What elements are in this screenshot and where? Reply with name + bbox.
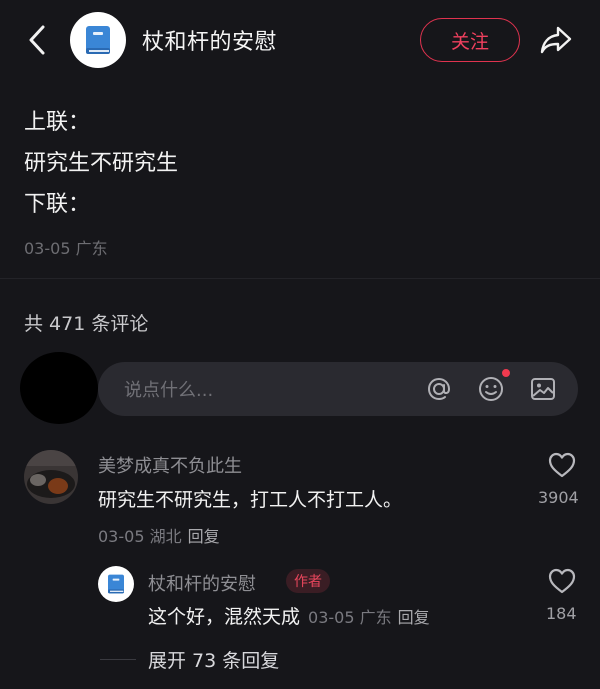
reply-like-count: 184 xyxy=(546,604,577,623)
like-count: 3904 xyxy=(538,488,579,507)
author-badge: 作者 xyxy=(286,569,330,593)
expand-replies-button[interactable]: 展开 73 条回复 xyxy=(148,646,279,673)
avatar-photo xyxy=(24,450,78,504)
like-button[interactable] xyxy=(544,452,580,478)
user-avatar[interactable] xyxy=(20,352,98,424)
post-line-3: 下联： xyxy=(24,192,91,217)
book-icon xyxy=(108,574,124,594)
commenter-name[interactable]: 美梦成真不负此生 xyxy=(98,452,242,478)
emoji-button[interactable] xyxy=(476,374,506,404)
commenter-avatar[interactable] xyxy=(24,450,78,504)
comment-date-location: 03-05 湖北 xyxy=(98,527,182,546)
reply-text-body: 这个好，混然天成 xyxy=(148,606,301,628)
author-reply-avatar[interactable] xyxy=(98,566,134,602)
comment-count: 共 471 条评论 xyxy=(24,313,149,335)
reply-button[interactable]: 回复 xyxy=(188,527,220,546)
reply-text: 这个好，混然天成 03-05 广东 回复 xyxy=(148,602,430,629)
emoji-notification-dot xyxy=(502,369,510,377)
post-line-1: 上联： xyxy=(24,110,91,135)
comment-text: 研究生不研究生，打工人不打工人。 xyxy=(98,489,403,511)
post-line-2: 研究生不研究生 xyxy=(24,151,179,176)
reply-author-name[interactable]: 杖和杆的安慰 xyxy=(148,570,256,596)
author-name[interactable]: 杖和杆的安慰 xyxy=(142,24,277,56)
post-date-location: 03-05 广东 xyxy=(24,239,108,258)
reply-like-button[interactable] xyxy=(544,568,580,594)
follow-button[interactable]: 关注 xyxy=(420,18,520,62)
divider xyxy=(0,278,600,279)
share-arrow-icon xyxy=(540,26,572,54)
comment-meta: 03-05 湖北 回复 xyxy=(98,523,220,547)
heart-icon xyxy=(548,452,576,478)
mention-button[interactable] xyxy=(424,374,454,404)
book-icon xyxy=(86,26,110,54)
share-button[interactable] xyxy=(536,20,576,60)
reply-date-location: 03-05 广东 xyxy=(308,608,392,627)
back-button[interactable] xyxy=(22,22,52,58)
expand-divider xyxy=(100,659,136,660)
image-icon xyxy=(531,378,555,400)
at-icon xyxy=(427,377,451,401)
author-avatar[interactable] xyxy=(70,12,126,68)
reply-reply-button[interactable]: 回复 xyxy=(398,608,430,627)
emoji-icon xyxy=(479,377,503,401)
image-button[interactable] xyxy=(528,374,558,404)
chevron-left-icon xyxy=(29,25,45,55)
heart-icon xyxy=(548,568,576,594)
